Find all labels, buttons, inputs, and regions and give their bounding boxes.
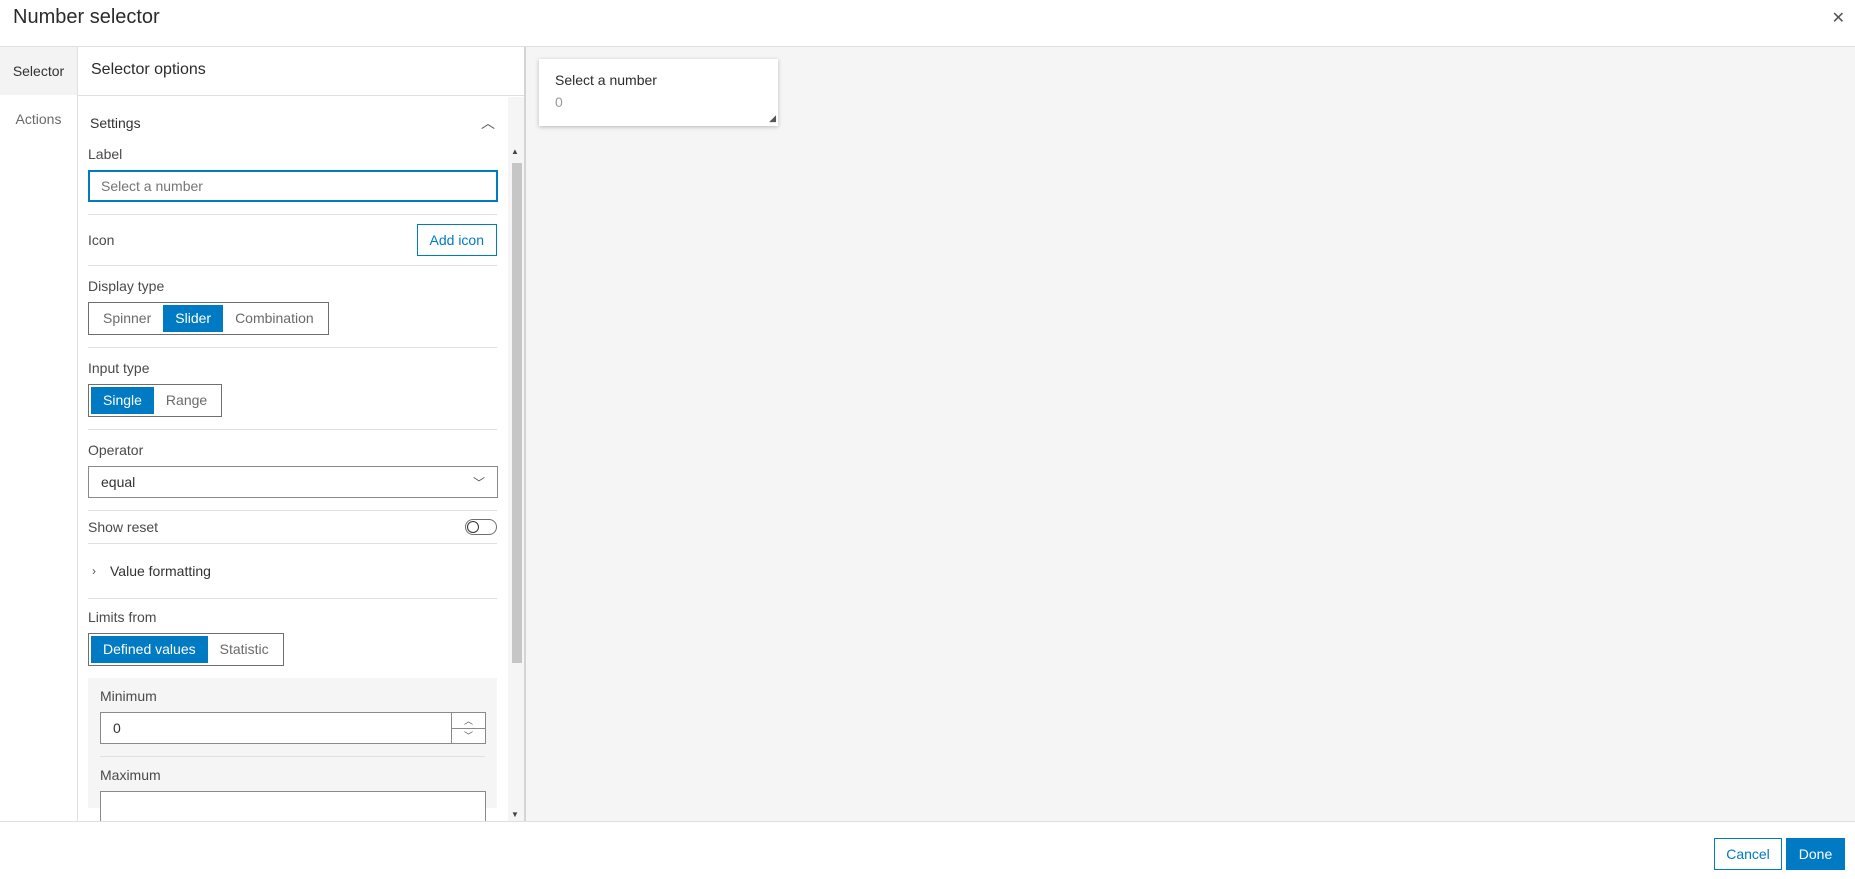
label-field-label: Label	[88, 146, 123, 162]
display-type-label: Display type	[88, 278, 165, 294]
minimum-input[interactable]: 0 ︿ ﹀	[100, 712, 486, 744]
limits-defined-values[interactable]: Defined values	[91, 636, 208, 663]
panel-scrollbar[interactable]: ▲ ▼	[508, 97, 524, 821]
widget-value: 0	[555, 94, 563, 110]
input-type-single[interactable]: Single	[91, 387, 154, 414]
chevron-up-icon: ︿	[481, 115, 495, 131]
display-type-row: Display type Spinner Slider Combination	[88, 266, 497, 348]
add-icon-button[interactable]: Add icon	[416, 224, 497, 256]
dialog-title: Number selector	[13, 6, 160, 28]
maximum-section: Maximum	[100, 756, 486, 821]
label-row: Label	[88, 142, 498, 215]
number-selector-widget[interactable]: Select a number 0 ◢	[539, 59, 778, 126]
limits-section: Limits from Defined values Statistic Min…	[88, 599, 497, 821]
chevron-right-icon: ›	[92, 564, 96, 578]
chevron-down-icon[interactable]: ﹀	[452, 729, 485, 744]
minimum-value[interactable]: 0	[101, 713, 451, 743]
panel-body: Settings ︿ Label Icon Add icon Display t…	[78, 104, 508, 821]
dialog-titlebar: Number selector ✕	[0, 0, 1855, 47]
display-type-slider[interactable]: Slider	[163, 305, 224, 332]
input-type-segmented: Single Range	[88, 384, 223, 417]
maximum-input[interactable]	[100, 791, 486, 821]
show-reset-label: Show reset	[88, 519, 159, 535]
scroll-up-icon[interactable]: ▲	[511, 147, 519, 156]
preview-canvas: Select a number 0 ◢	[526, 47, 1855, 821]
icon-label: Icon	[88, 232, 115, 248]
nav-item-actions[interactable]: Actions	[0, 95, 77, 143]
show-reset-row: Show reset	[88, 511, 497, 544]
input-type-row: Input type Single Range	[88, 348, 497, 430]
input-type-range[interactable]: Range	[154, 387, 219, 414]
widget-label: Select a number	[555, 72, 657, 88]
show-reset-toggle[interactable]	[465, 519, 497, 535]
limits-box: Minimum 0 ︿ ﹀ Maximum	[88, 678, 497, 821]
maximum-label: Maximum	[100, 767, 161, 783]
operator-select[interactable]: equal ﹀	[88, 466, 498, 498]
chevron-up-icon[interactable]: ︿	[452, 713, 485, 729]
operator-label: Operator	[88, 442, 144, 458]
display-type-spinner[interactable]: Spinner	[91, 305, 163, 332]
value-formatting-row[interactable]: › Value formatting	[88, 544, 497, 599]
display-type-combination[interactable]: Combination	[223, 305, 326, 332]
selector-options-panel: Selector options ▲ ▼ Settings ︿ Label Ic…	[78, 47, 526, 821]
scroll-thumb[interactable]	[512, 163, 522, 663]
settings-title: Settings	[90, 115, 141, 131]
operator-row: Operator equal ﹀	[88, 430, 498, 511]
limits-from-label: Limits from	[88, 609, 157, 625]
value-formatting-label: Value formatting	[110, 563, 211, 579]
icon-row: Icon Add icon	[88, 215, 497, 266]
scroll-down-icon[interactable]: ▼	[511, 810, 519, 819]
cancel-button[interactable]: Cancel	[1714, 838, 1782, 870]
limits-from-segmented: Defined values Statistic	[88, 633, 284, 666]
close-icon[interactable]: ✕	[1832, 8, 1845, 28]
minimum-label: Minimum	[100, 688, 157, 704]
resize-handle-icon[interactable]: ◢	[769, 113, 776, 124]
toggle-knob	[467, 521, 479, 533]
limits-statistic[interactable]: Statistic	[208, 636, 281, 663]
label-input[interactable]	[88, 170, 498, 202]
minimum-stepper: ︿ ﹀	[451, 713, 485, 743]
operator-value: equal	[101, 474, 136, 490]
nav-item-selector[interactable]: Selector	[0, 47, 77, 95]
chevron-down-icon: ﹀	[472, 475, 485, 490]
display-type-segmented: Spinner Slider Combination	[88, 302, 329, 335]
settings-header[interactable]: Settings ︿	[88, 104, 497, 142]
done-button[interactable]: Done	[1786, 838, 1845, 870]
left-nav: Selector Actions	[0, 47, 78, 821]
panel-title: Selector options	[78, 47, 524, 96]
input-type-label: Input type	[88, 360, 150, 376]
dialog-footer: Cancel Done	[0, 821, 1855, 879]
